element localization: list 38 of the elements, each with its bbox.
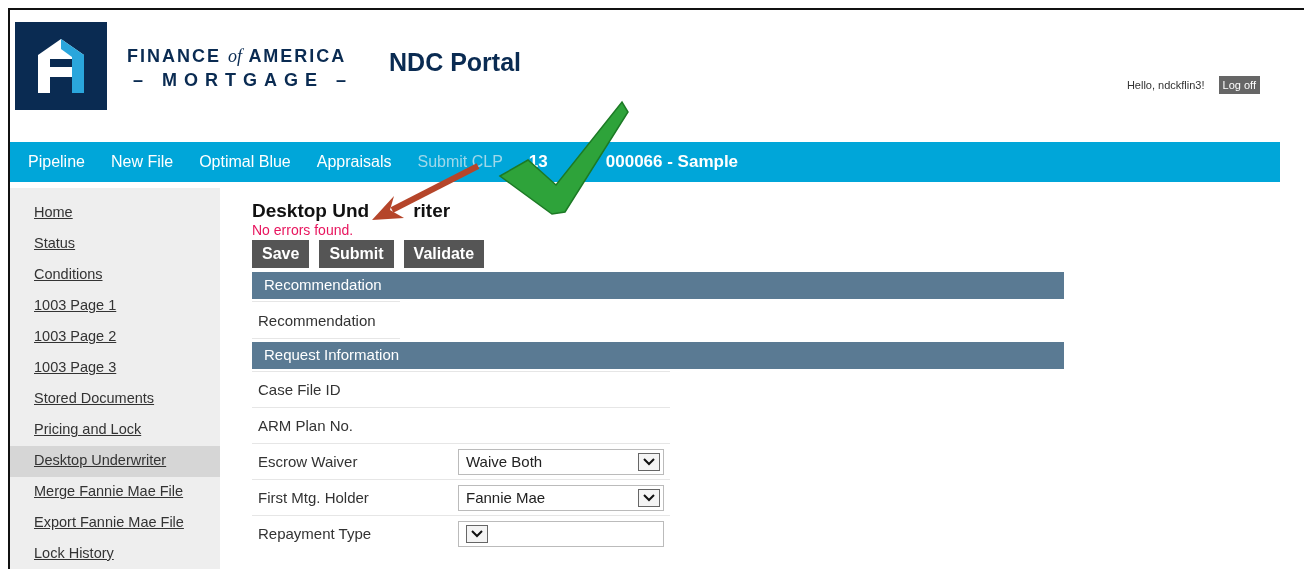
sidebar-link[interactable]: Home: [10, 198, 220, 229]
sidebar-link[interactable]: 1003 Page 2: [10, 322, 220, 353]
dropdown[interactable]: [458, 520, 664, 547]
field-label: Case File ID: [257, 381, 342, 398]
sidebar-link[interactable]: Status: [10, 229, 220, 260]
field-label: Escrow Waiver: [257, 453, 359, 470]
sidebar-link[interactable]: Conditions: [10, 260, 220, 291]
sidebar-link[interactable]: Lock History: [10, 539, 220, 569]
page-title: riter: [413, 200, 451, 222]
sidebar-link[interactable]: 1003 Page 3: [10, 353, 220, 384]
field-label: ARM Plan No.: [257, 417, 355, 434]
section-header: Request Information: [252, 342, 1064, 369]
sidebar-link[interactable]: Export Fannie Mae File: [10, 508, 220, 539]
greeting: Hello, ndckflin3!: [1126, 79, 1205, 91]
sidebar-link[interactable]: 1003 Page 1: [10, 291, 220, 322]
logoff-button[interactable]: Log off: [1218, 76, 1260, 94]
field-label: Recommendation: [257, 311, 377, 329]
loan-name: 000066 - Sample: [605, 152, 739, 172]
caret-icon: [466, 524, 488, 543]
sidebar-link[interactable]: Pricing and Lock: [10, 415, 220, 446]
field-label: Repayment Type: [257, 525, 373, 542]
action-button[interactable]: Submit: [319, 240, 394, 268]
dropdown[interactable]: Waive Both: [458, 448, 664, 475]
caret-icon: [638, 488, 660, 507]
status-message: No errors found.: [252, 222, 355, 238]
sidebar-link[interactable]: Merge Fannie Mae File: [10, 477, 220, 508]
sidebar-link[interactable]: Stored Documents: [10, 384, 220, 415]
field-label: First Mtg. Holder: [257, 489, 370, 506]
page-title: Desktop Und: [252, 200, 370, 222]
logo-icon: [15, 22, 107, 110]
dropdown[interactable]: Fannie Mae: [458, 484, 664, 511]
caret-icon: [638, 452, 660, 471]
action-button[interactable]: Validate: [403, 240, 485, 268]
sidebar-link[interactable]: Desktop Underwriter: [10, 446, 220, 477]
action-button[interactable]: Save: [252, 240, 310, 268]
section-header: Recommendation: [252, 272, 1064, 299]
brand-name: FINANCE of AMERICA – MORTGAGE –: [127, 45, 354, 92]
portal-title: NDC Portal: [389, 48, 521, 77]
